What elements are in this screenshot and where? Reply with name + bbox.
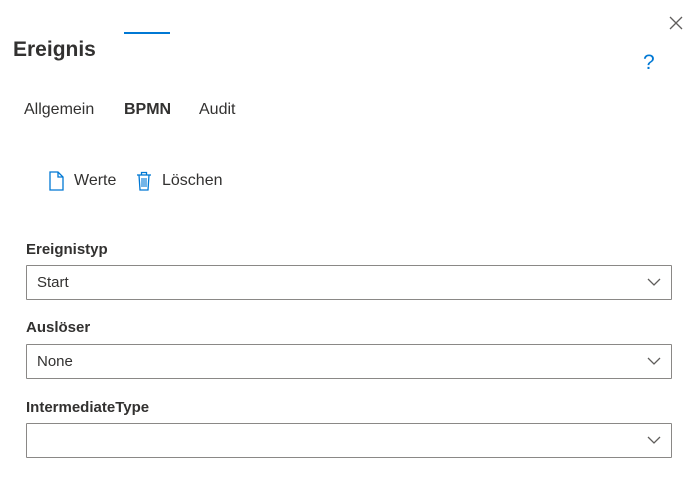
event-type-label: Ereignistyp (26, 241, 108, 258)
trigger-select[interactable]: None (26, 344, 672, 379)
trigger-value: None (37, 353, 73, 370)
values-label: Werte (74, 172, 117, 189)
trigger-label: Auslöser (26, 319, 91, 336)
tab-allgemein[interactable]: Allgemein (24, 100, 94, 120)
active-tab-indicator (124, 32, 170, 34)
intermediate-type-label: IntermediateType (26, 399, 150, 416)
values-button[interactable]: Werte (47, 170, 116, 192)
event-type-value: Start (37, 274, 69, 291)
document-icon (49, 171, 64, 191)
event-type-select[interactable]: Start (26, 265, 672, 300)
delete-button[interactable]: Löschen (135, 170, 223, 192)
chevron-down-icon (647, 278, 661, 286)
help-button[interactable]: ? (643, 52, 659, 74)
tab-bpmn[interactable]: BPMN (124, 100, 171, 120)
trash-icon (137, 171, 151, 191)
dialog-title: Ereignis (13, 38, 96, 61)
tab-audit[interactable]: Audit (199, 100, 235, 120)
intermediate-type-select[interactable] (26, 423, 672, 458)
chevron-down-icon (647, 357, 661, 365)
chevron-down-icon (647, 436, 661, 444)
delete-label: Löschen (162, 172, 223, 189)
close-icon (669, 16, 683, 30)
close-button[interactable] (666, 13, 686, 33)
question-mark-icon: ? (643, 51, 655, 74)
